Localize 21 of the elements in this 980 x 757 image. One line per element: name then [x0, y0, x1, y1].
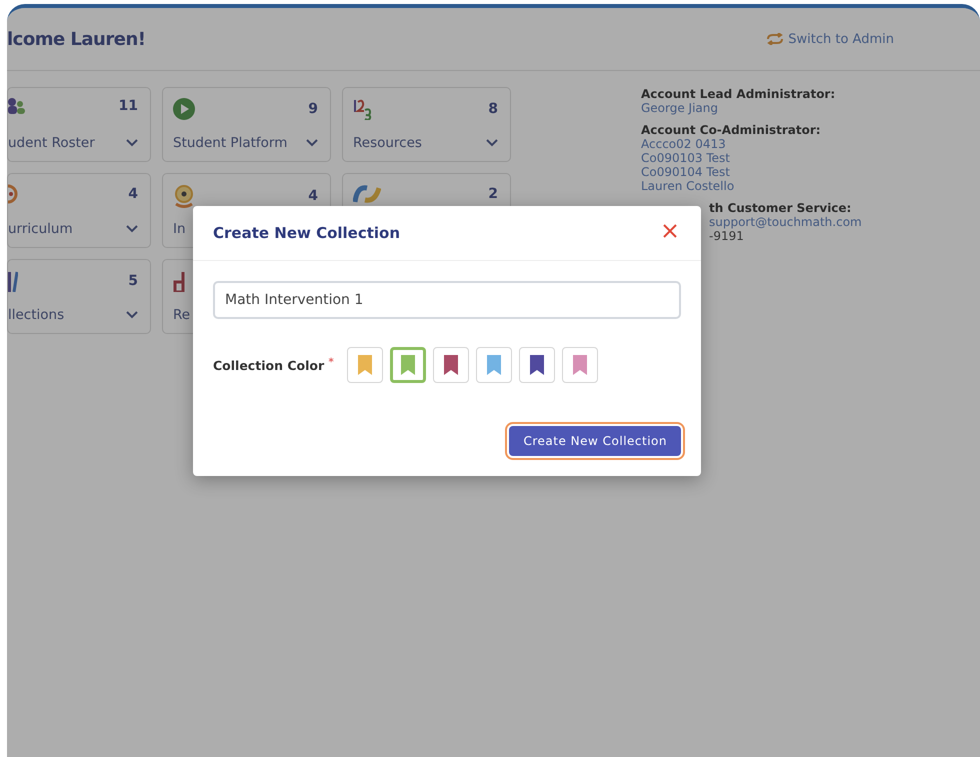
contact-heading: Account Co-Administrator:: [641, 123, 822, 137]
tile-count: 4: [308, 188, 318, 204]
contact-heading: Account Lead Administrator:: [641, 87, 836, 101]
tile-label: Student Platform: [173, 135, 288, 151]
tile-count: 11: [118, 98, 138, 114]
dialog-title: Create New Collection: [213, 224, 400, 242]
collection-color-label: Collection Color $^{*}$: [213, 356, 334, 374]
phone-number: -9191: [709, 229, 745, 243]
tile-count: 9: [308, 101, 318, 117]
tile-label: udent Roster: [8, 135, 95, 151]
tile-label: llections: [8, 307, 64, 323]
tile-count: 4: [128, 186, 138, 202]
contact-heading: th Customer Service:: [709, 201, 852, 215]
tile-label: Re: [173, 307, 190, 323]
tile-count: 2: [488, 186, 498, 202]
tile-label: In: [173, 221, 186, 237]
tile-count: 8: [488, 101, 498, 117]
tile-count: 5: [128, 273, 138, 289]
welcome-heading: lcome Lauren!: [7, 28, 146, 50]
tile-label: Resources: [353, 135, 422, 151]
tile-label: urriculum: [8, 221, 73, 237]
